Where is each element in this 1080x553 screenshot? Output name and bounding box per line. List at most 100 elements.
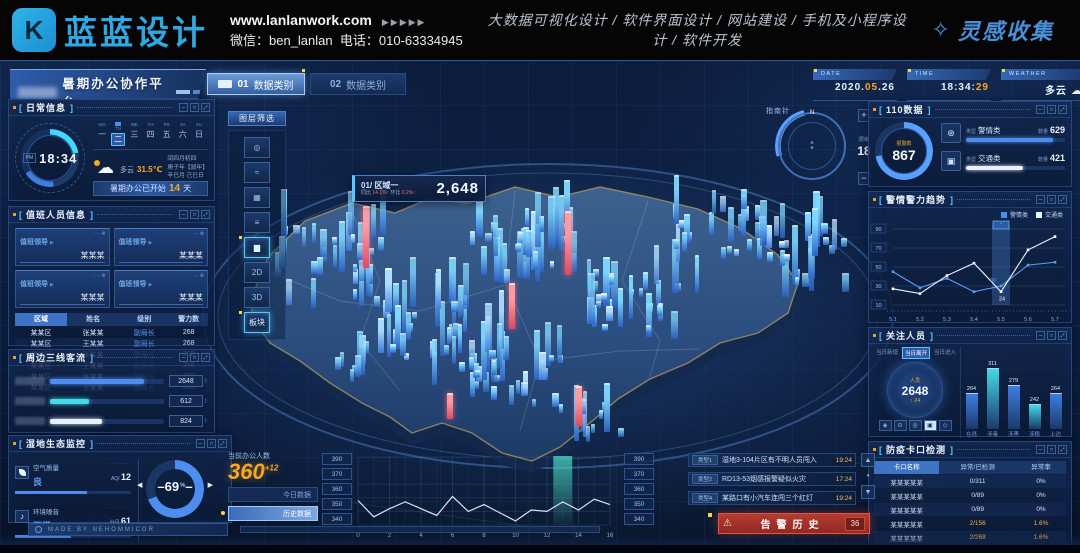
weekday[interactable]: FR五 (160, 122, 174, 146)
window-icon[interactable]: □ (190, 210, 199, 219)
collapse-icon[interactable]: ─ (179, 353, 188, 362)
note-glyph: ♪ (20, 512, 24, 521)
data-tower (400, 333, 406, 355)
person-bar (1050, 393, 1062, 429)
alert-time: 19:24 (836, 457, 852, 464)
eco-label: 空气质量 (33, 465, 59, 472)
tab-number: 01 (237, 79, 248, 90)
category-icon-2[interactable]: ◎ (909, 420, 922, 431)
website-link[interactable]: www.lanlanwork.com (230, 12, 372, 28)
collapse-icon[interactable]: ─ (1036, 331, 1045, 340)
tool-list[interactable]: ≡ (244, 212, 270, 233)
data-tower (695, 255, 699, 293)
alert-item[interactable]: 类型1湿地3-104片区有不明人员闯入19:24 (688, 453, 856, 467)
person-bar-label: 在逃 (964, 430, 980, 438)
window-icon[interactable]: □ (207, 439, 216, 448)
gauge-right-arrow[interactable]: ▶ (208, 481, 213, 489)
duty-leader-card[interactable]: 值班领导▶··· ⊗某某某 (114, 270, 209, 308)
persons-tab[interactable]: 当日离开 (902, 347, 930, 359)
category-icon-3[interactable]: ▣ (924, 420, 937, 431)
window-icon[interactable]: □ (1047, 195, 1056, 204)
scroll-up-icon[interactable]: ▲ (861, 453, 875, 467)
collapse-icon[interactable]: ─ (1036, 105, 1045, 114)
tab-indicator-dot (302, 69, 305, 72)
table-cell: 某某区 (15, 339, 67, 349)
tab-data-category-1[interactable]: 01 数据类别 (207, 73, 305, 95)
legend-item: 警情类 (1001, 210, 1028, 219)
window-icon[interactable]: □ (1047, 445, 1056, 454)
tool-radar[interactable]: ≈ (244, 162, 270, 183)
collapse-icon[interactable]: ─ (196, 439, 205, 448)
traffic-icon: ▣ (941, 151, 961, 171)
expand-icon[interactable]: ⤢ (1058, 445, 1067, 454)
collapse-icon[interactable]: ─ (1036, 445, 1045, 454)
duty-leader-card[interactable]: 值班领导▶··· ⊗某某某 (15, 270, 110, 308)
office-count-block: 当前办公人数 360+12 今日数据 历史数据 (228, 451, 320, 521)
tool-3d[interactable]: 3D (244, 287, 270, 308)
collapse-icon[interactable]: ─ (179, 210, 188, 219)
inspiration-collect[interactable]: ✧ 灵感收集 (932, 14, 1054, 46)
yoy-value: 14.1%↑ (372, 190, 389, 196)
alert-history-banner[interactable]: ⚠ 告警历史 36 (718, 513, 870, 534)
today-data-button[interactable]: 今日数据 (228, 487, 318, 502)
expand-icon[interactable]: ⤢ (201, 353, 210, 362)
weekday[interactable]: MO一 (95, 122, 109, 146)
category-icon-4[interactable]: ◇ (939, 420, 952, 431)
checkpoint-ratio: 0/89 (939, 492, 1016, 499)
tool-block[interactable]: 板块 (244, 312, 270, 333)
data-tower (525, 208, 530, 228)
collapse-icon[interactable]: ─ (1036, 195, 1045, 204)
data-tower (447, 327, 451, 344)
flow-value: 824 (169, 415, 203, 427)
flow-track (50, 399, 164, 404)
collapse-icon[interactable]: ─ (179, 103, 188, 112)
checkpoint-ratio: 0/89 (939, 506, 1016, 513)
expand-icon[interactable]: ⤢ (1058, 105, 1067, 114)
tooltip-value: 2,648 (436, 180, 479, 197)
window-icon[interactable]: □ (190, 353, 199, 362)
tool-poi[interactable]: ◎ (244, 137, 270, 158)
persons-tab[interactable]: 当日新增 (874, 347, 900, 359)
expand-icon[interactable]: ⤢ (218, 439, 227, 448)
weekday[interactable]: WE三 (127, 122, 141, 146)
table-row: 某某某某某0/3110% (874, 475, 1066, 488)
history-data-button[interactable]: 历史数据 (228, 506, 318, 521)
alert-item[interactable]: 类型4某路口有小汽车连闯三个红灯19:24 (688, 491, 856, 505)
scroll-down-icon[interactable]: ▼ (861, 485, 875, 499)
card-top: 值班领导▶··· ⊗ (119, 231, 204, 249)
window-icon[interactable]: □ (190, 103, 199, 112)
weekday[interactable]: SA六 (176, 122, 190, 146)
expand-icon[interactable]: ⤢ (1058, 195, 1067, 204)
corner-dot (908, 69, 911, 72)
person-bar (987, 368, 999, 429)
expand-icon[interactable]: ⤢ (201, 210, 210, 219)
data-tower (832, 219, 837, 250)
weekday[interactable]: TH四 (143, 122, 157, 146)
data-tower (767, 252, 773, 262)
card-mini-icons: ··· ⊗ (95, 273, 106, 279)
tool-chart[interactable]: ▆ (244, 237, 270, 258)
flow-fill (50, 379, 144, 384)
window-icon[interactable]: □ (1047, 331, 1056, 340)
duty-leader-card[interactable]: 值班领导▶··· ⊗某某某 (15, 228, 110, 266)
category-icon-1[interactable]: ⊙ (894, 420, 907, 431)
warning-icon: ⚠ (723, 518, 732, 529)
duty-leader-card[interactable]: 值班领导▶··· ⊗某某某 (114, 228, 209, 266)
gauge-left-arrow[interactable]: ◀ (137, 481, 142, 489)
category-icon-0[interactable]: ◈ (879, 420, 892, 431)
weekday-active[interactable]: TU二 (111, 122, 125, 146)
svg-text:5.3: 5.3 (943, 317, 951, 323)
tool-building[interactable]: ▦ (244, 187, 270, 208)
tooltip-index: 01/ (361, 181, 374, 190)
tool-2d[interactable]: 2D (244, 262, 270, 283)
legend-label: 警情类 (1010, 210, 1028, 219)
window-icon[interactable]: □ (1047, 105, 1056, 114)
weekday[interactable]: SU日 (192, 122, 206, 146)
tab-data-category-2[interactable]: 02 数据类别 (310, 73, 406, 95)
persons-tab[interactable]: 当日进入 (932, 347, 958, 359)
type-label: 类型 (966, 156, 976, 163)
alert-item[interactable]: 类型2RD13-53烟感报警疑似火灾17:24 (688, 472, 856, 486)
panel-wetland-eco: [湿地生态监控]─□⤢ 空气质量良·········AQI 12♪环境噪音正常·… (8, 435, 232, 523)
expand-icon[interactable]: ⤢ (201, 103, 210, 112)
expand-icon[interactable]: ⤢ (1058, 331, 1067, 340)
